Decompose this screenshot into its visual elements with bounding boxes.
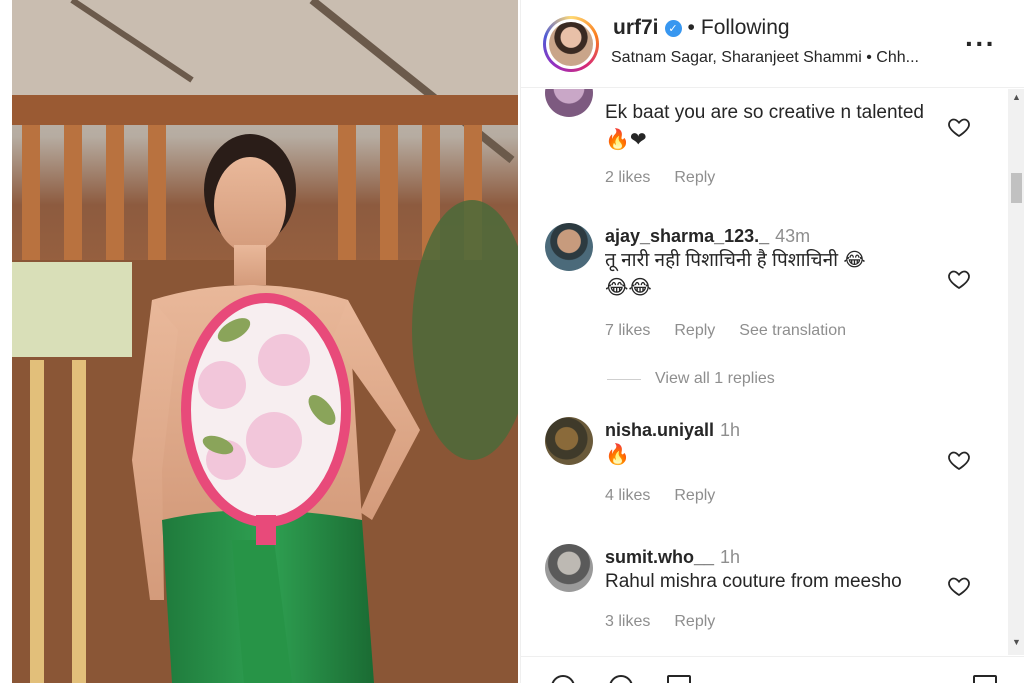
reply-button[interactable]: Reply xyxy=(674,322,715,340)
commenter-avatar[interactable] xyxy=(545,89,593,117)
reply-button[interactable]: Reply xyxy=(674,613,715,631)
commenter-avatar[interactable] xyxy=(545,544,593,592)
like-icon[interactable] xyxy=(551,675,575,683)
heart-icon[interactable] xyxy=(947,574,971,598)
heart-icon[interactable] xyxy=(947,448,971,472)
likes-count[interactable]: 3 likes xyxy=(605,613,650,631)
comment-body: nisha.uniyall 1h 🔥 xyxy=(605,420,935,468)
comment-meta: 4 likes Reply xyxy=(605,487,715,505)
more-options-icon[interactable]: ··· xyxy=(965,28,996,60)
comment-meta: 7 likes Reply See translation xyxy=(605,322,846,340)
comment-username[interactable]: sumit.who__ xyxy=(605,547,714,567)
scrollbar-thumb[interactable] xyxy=(1011,173,1022,203)
save-icon[interactable] xyxy=(973,675,997,683)
comment-time: 1h xyxy=(720,420,741,440)
action-bar xyxy=(521,656,1024,683)
heart-icon[interactable] xyxy=(947,115,971,139)
comment-icon[interactable] xyxy=(609,675,633,683)
comment-username[interactable]: ajay_sharma_123._ xyxy=(605,226,769,246)
comment-emoji: 😂😂 xyxy=(605,275,652,299)
comment-time: 1h xyxy=(720,547,741,567)
view-replies-label: View all 1 replies xyxy=(655,370,775,387)
heart-icon[interactable] xyxy=(947,267,971,291)
comment-body: sumit.who__ 1h Rahul mishra couture from … xyxy=(605,547,935,595)
separator-dot: • xyxy=(687,16,695,39)
verified-badge-icon: ✓ xyxy=(664,19,682,37)
commenter-avatar[interactable] xyxy=(545,223,593,271)
comment-username[interactable]: nisha.uniyall xyxy=(605,420,714,440)
comment-text: तू नारी नही पिशाचिनी है पिशाचिनी 😂 xyxy=(605,250,866,271)
scroll-down-arrow-icon[interactable]: ▼ xyxy=(1012,637,1021,647)
comment-time: 43m xyxy=(775,226,811,246)
comments-panel: urf7i ✓ • Following Satnam Sagar, Sharan… xyxy=(520,0,1024,683)
replies-divider xyxy=(607,378,641,380)
post-header: urf7i ✓ • Following Satnam Sagar, Sharan… xyxy=(521,0,1024,88)
comment-emoji: 🔥 xyxy=(605,442,630,466)
profile-avatar[interactable] xyxy=(543,16,599,72)
comment-body: Ek baat you are so creative n talented 🔥… xyxy=(605,99,935,153)
likes-count[interactable]: 4 likes xyxy=(605,487,650,505)
scrollbar[interactable]: ▲ ▼ xyxy=(1008,89,1024,655)
scroll-up-arrow-icon[interactable]: ▲ xyxy=(1012,92,1021,102)
likes-count[interactable]: 7 likes xyxy=(605,322,650,340)
comment-text: Rahul mishra couture from meesho xyxy=(605,571,902,592)
reply-button[interactable]: Reply xyxy=(674,487,715,505)
see-translation-link[interactable]: See translation xyxy=(739,322,846,340)
comment-text: Ek baat you are so creative n talented xyxy=(605,102,924,123)
post-image xyxy=(12,0,518,683)
audio-subtitle[interactable]: Satnam Sagar, Sharanjeet Shammi • Chh... xyxy=(611,49,971,67)
comment-meta: 2 likes Reply xyxy=(605,169,715,187)
comments-list[interactable]: Ek baat you are so creative n talented 🔥… xyxy=(521,89,1024,655)
share-icon[interactable] xyxy=(667,675,691,683)
reply-button[interactable]: Reply xyxy=(674,169,715,187)
following-button[interactable]: Following xyxy=(701,16,790,40)
commenter-avatar[interactable] xyxy=(545,417,593,465)
likes-count[interactable]: 2 likes xyxy=(605,169,650,187)
comment-emoji: 🔥❤ xyxy=(605,127,647,151)
comment-body: ajay_sharma_123._ 43m तू नारी नही पिशाचिन… xyxy=(605,226,935,301)
post-photo[interactable] xyxy=(12,0,518,683)
view-replies-button[interactable]: View all 1 replies xyxy=(607,370,775,388)
profile-username[interactable]: urf7i xyxy=(613,16,659,40)
comment-meta: 3 likes Reply xyxy=(605,613,715,631)
header-title: urf7i ✓ • Following xyxy=(613,16,790,40)
